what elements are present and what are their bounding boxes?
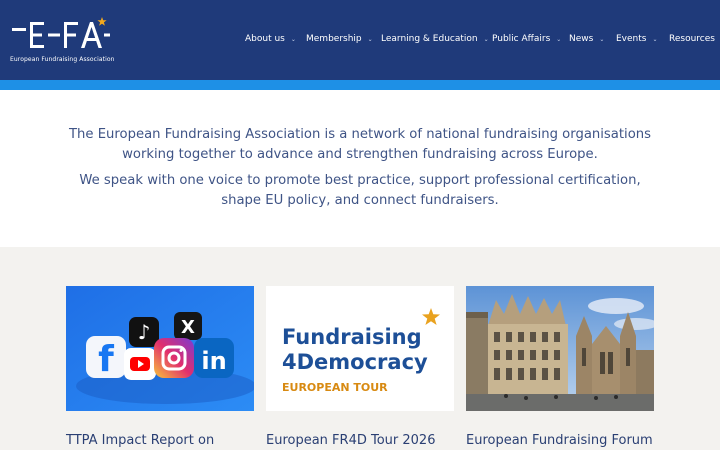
svg-text:X: X <box>181 317 195 338</box>
youtube-icon <box>124 348 156 380</box>
tiktok-icon: ♪ <box>129 317 159 347</box>
instagram-icon <box>154 338 194 378</box>
nav-label: Membership <box>306 34 362 44</box>
news-cards-section: f ♪ X in TTPA Impact Report on Fundraisi… <box>0 247 720 450</box>
nav-label: Learning & Education <box>381 34 478 44</box>
nav-label: Events <box>616 34 647 44</box>
nav-item-public-affairs[interactable]: Public Affairs ⌄ <box>492 34 561 44</box>
chevron-down-icon: ⌄ <box>367 35 373 43</box>
news-card-fundraising-forum[interactable]: European Fundraising Forum <box>466 286 654 448</box>
svg-text:f: f <box>98 339 114 380</box>
linkedin-icon: in <box>194 338 234 378</box>
card-title[interactable]: European FR4D Tour 2026 <box>266 433 486 448</box>
nav-label: Resources <box>669 34 715 44</box>
site-header: European Fundraising Association About u… <box>0 0 720 80</box>
chevron-down-icon: ⌄ <box>556 35 562 43</box>
nav-item-news[interactable]: News ⌄ <box>569 34 604 44</box>
nav-item-learning-education[interactable]: Learning & Education ⌄ <box>381 34 489 44</box>
chevron-down-icon: ⌄ <box>599 35 605 43</box>
intro-section: The European Fundraising Association is … <box>0 90 720 247</box>
promo-line-2: 4Democracy <box>282 350 428 374</box>
x-icon: X <box>174 312 202 340</box>
nav-item-resources[interactable]: Resources <box>669 34 715 44</box>
chevron-down-icon: ⌄ <box>483 35 489 43</box>
svg-text:♪: ♪ <box>138 320 151 344</box>
svg-text:in: in <box>201 347 226 375</box>
facebook-icon: f <box>86 336 126 380</box>
nav-item-events[interactable]: Events ⌄ <box>616 34 658 44</box>
news-card-ttpa[interactable]: f ♪ X in TTPA Impact Report on <box>66 286 254 448</box>
card-title[interactable]: TTPA Impact Report on <box>66 433 286 448</box>
nav-label: Public Affairs <box>492 34 551 44</box>
old-town-hall-image[interactable] <box>466 286 654 411</box>
header-accent-stripe <box>0 80 720 90</box>
nav-label: About us <box>245 34 285 44</box>
nav-item-membership[interactable]: Membership ⌄ <box>306 34 373 44</box>
main-navigation: About us ⌄ Membership ⌄ Learning & Educa… <box>0 0 720 80</box>
social-media-icons-image[interactable]: f ♪ X in <box>66 286 254 411</box>
fundraising-4democracy-image[interactable]: Fundraising 4Democracy EUROPEAN TOUR <box>266 286 454 411</box>
chevron-down-icon: ⌄ <box>290 35 296 43</box>
card-title[interactable]: European Fundraising Forum <box>466 433 686 448</box>
intro-paragraph-1: The European Fundraising Association is … <box>68 127 652 162</box>
intro-paragraph-2: We speak with one voice to promote best … <box>79 173 641 208</box>
promo-line-3: EUROPEAN TOUR <box>282 381 388 394</box>
nav-item-about-us[interactable]: About us ⌄ <box>245 34 296 44</box>
chevron-down-icon: ⌄ <box>652 35 658 43</box>
promo-line-1: Fundraising <box>282 325 422 349</box>
nav-label: News <box>569 34 594 44</box>
news-card-fr4d-tour[interactable]: Fundraising 4Democracy EUROPEAN TOUR Eur… <box>266 286 454 448</box>
